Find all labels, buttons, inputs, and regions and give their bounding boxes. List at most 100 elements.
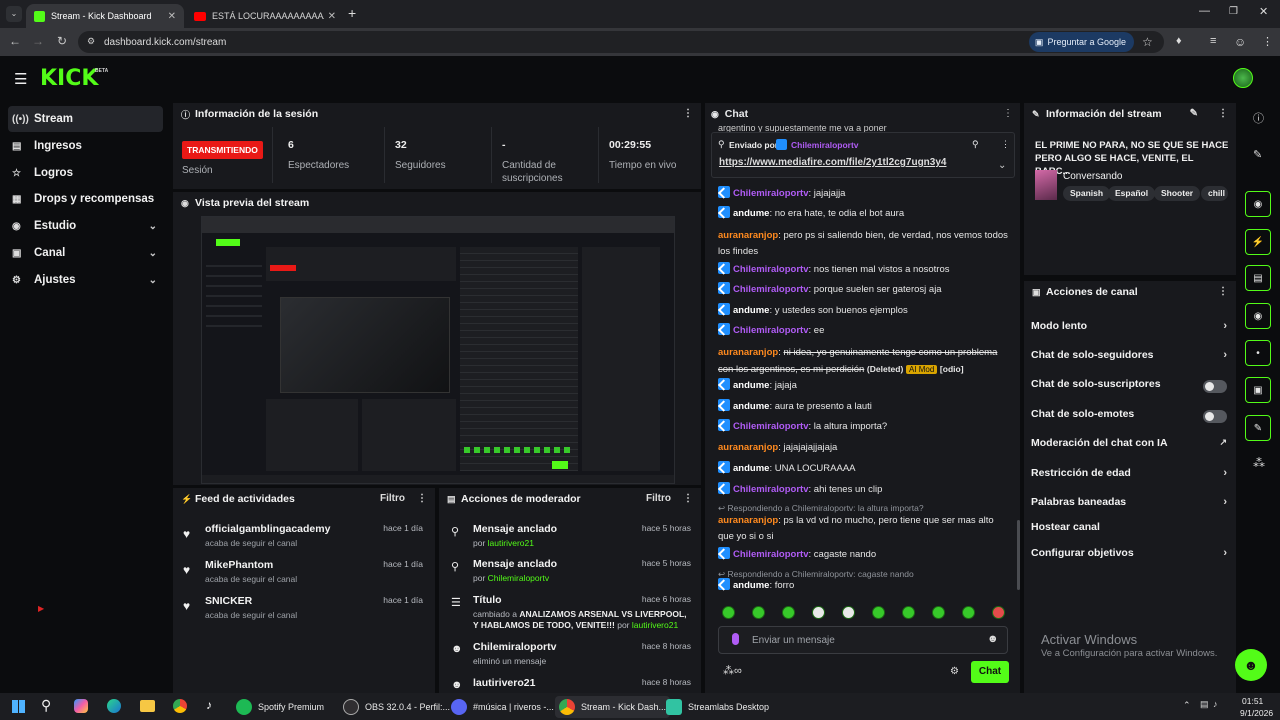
ai-moderation-action[interactable]: Moderación del chat con IA ↗ <box>1031 437 1227 459</box>
add-widget-icon[interactable]: ⁂ <box>1253 456 1265 470</box>
back-icon[interactable]: ← <box>4 34 26 48</box>
mod-widget-icon[interactable]: ▣ <box>1245 377 1271 403</box>
file-explorer-icon[interactable] <box>140 700 155 712</box>
restore-window-icon[interactable]: ❐ <box>1229 6 1238 17</box>
tag-shooter[interactable]: Shooter <box>1154 186 1201 201</box>
browser-tab-youtube[interactable]: ESTÁ LOCURAAAAAAAAAAAAA ✕ <box>186 4 344 28</box>
chat-scrollbar[interactable] <box>1017 520 1020 590</box>
category-thumbnail[interactable] <box>1035 170 1057 200</box>
chat-username[interactable]: auranaranjop <box>718 230 778 241</box>
camera-widget-icon[interactable]: ◉ <box>1245 191 1271 217</box>
sidebar-item-stream[interactable]: ((•)) Stream <box>8 106 163 132</box>
emote-icon[interactable] <box>962 606 975 619</box>
moderator-name[interactable]: lautirivero21 <box>488 538 534 548</box>
filter-button[interactable]: Filtro <box>646 493 671 504</box>
more-options-icon[interactable]: ⋮ <box>1218 286 1228 297</box>
emote-icon[interactable] <box>932 606 945 619</box>
emote-icon[interactable] <box>812 606 825 619</box>
taskbar-time[interactable]: 01:51 <box>1242 696 1263 706</box>
browser-menu-icon[interactable]: ⋮ <box>1262 35 1273 48</box>
sidebar-item-estudio[interactable]: ◉ Estudio ⌄ <box>8 213 163 239</box>
chat-username[interactable]: Chilemiraloportv <box>733 549 809 560</box>
document-widget-icon[interactable]: ▤ <box>1245 265 1271 291</box>
moderator-name[interactable]: Chilemiraloportv <box>488 573 549 583</box>
chat-username[interactable]: auranaranjop <box>718 515 778 526</box>
sidebar-item-drops[interactable]: ▦ Drops y recompensas <box>8 186 163 212</box>
pinned-user[interactable]: Chilemiraloportv <box>791 140 859 150</box>
user-avatar[interactable] <box>1233 68 1253 88</box>
emote-icon[interactable] <box>992 606 1005 619</box>
chat-username[interactable]: Chilemiraloportv <box>733 421 809 432</box>
emote-icon[interactable] <box>782 606 795 619</box>
points-icon[interactable]: ⁂∞ <box>723 664 742 677</box>
edge-icon[interactable] <box>107 699 121 713</box>
emote-icon[interactable] <box>872 606 885 619</box>
taskbar-search-icon[interactable]: ⚲ <box>41 697 51 714</box>
windows-start-icon[interactable] <box>12 700 25 713</box>
age-restriction-action[interactable]: Restricción de edad › <box>1031 467 1227 489</box>
feed-username[interactable]: officialgamblingacademy <box>205 523 330 535</box>
wrench-widget-icon[interactable]: ✎ <box>1245 415 1271 441</box>
chat-username[interactable]: andume <box>733 208 769 219</box>
bookmark-star-icon[interactable]: ☆ <box>1142 35 1153 49</box>
extensions-icon[interactable]: ♦ <box>1176 35 1182 47</box>
chrome-icon[interactable] <box>173 699 187 713</box>
info-icon[interactable]: ⓘ <box>1253 110 1264 126</box>
followers-only-action[interactable]: Chat de solo-seguidores › <box>1031 349 1227 371</box>
chat-settings-icon[interactable]: ⚙ <box>950 666 959 677</box>
emote-icon[interactable] <box>842 606 855 619</box>
kick-logo[interactable]: KICK <box>40 66 98 91</box>
taskbar-item-discord[interactable]: #música | riveros -... <box>451 696 554 718</box>
taskbar-item-streamlabs[interactable]: Streamlabs Desktop <box>666 696 769 718</box>
help-chat-button[interactable]: ☻ <box>1235 649 1267 681</box>
tag-espanol[interactable]: Español <box>1108 186 1156 201</box>
edit-pencil-icon[interactable]: ✎ <box>1253 148 1262 161</box>
chat-username[interactable]: Chilemiraloportv <box>733 264 809 275</box>
slow-mode-action[interactable]: Modo lento › <box>1031 320 1227 342</box>
close-tab-icon[interactable]: ✕ <box>328 11 336 22</box>
new-tab-button[interactable]: + <box>348 5 356 21</box>
lightning-widget-icon[interactable]: ⚡ <box>1245 229 1271 255</box>
chat-username[interactable]: andume <box>733 580 769 591</box>
profile-icon[interactable]: ☺ <box>1234 35 1246 49</box>
browser-tab-kick[interactable]: Stream - Kick Dashboard ✕ <box>26 4 184 28</box>
host-channel-action[interactable]: Hostear canal <box>1031 521 1227 543</box>
send-chat-button[interactable]: Chat <box>971 661 1009 683</box>
tab-list-icon[interactable]: ⌄ <box>6 6 22 22</box>
taskbar-date[interactable]: 9/1/2026 <box>1240 708 1273 718</box>
chat-username[interactable]: auranaranjop <box>718 347 778 358</box>
sidebar-item-ingresos[interactable]: ▤ Ingresos <box>8 133 163 159</box>
more-options-icon[interactable]: ⋮ <box>683 493 693 504</box>
more-options-icon[interactable]: ⋮ <box>417 493 427 504</box>
emoji-icon[interactable]: ☻ <box>987 633 999 645</box>
chat-username[interactable]: Chilemiraloportv <box>733 188 809 199</box>
reload-icon[interactable]: ↻ <box>51 34 73 48</box>
filter-button[interactable]: Filtro <box>380 493 405 504</box>
banned-words-action[interactable]: Palabras baneadas › <box>1031 496 1227 518</box>
sidebar-item-canal[interactable]: ▣ Canal ⌄ <box>8 240 163 266</box>
more-options-icon[interactable]: ⋮ <box>1003 108 1013 119</box>
moderator-name[interactable]: lautirivero21 <box>632 620 678 630</box>
sidebar-item-logros[interactable]: ☆ Logros <box>8 160 163 186</box>
copilot-icon[interactable] <box>74 699 88 713</box>
more-options-icon[interactable]: ⋮ <box>683 108 693 119</box>
media-controls-icon[interactable]: ≡ <box>1210 35 1216 47</box>
broadcast-widget-icon[interactable]: • <box>1245 340 1271 366</box>
url-field[interactable]: ⚙ dashboard.kick.com/stream <box>78 31 1164 53</box>
emote-icon[interactable] <box>752 606 765 619</box>
tag-chill[interactable]: chill <box>1201 186 1228 201</box>
emotes-only-toggle[interactable] <box>1203 410 1227 423</box>
pinned-message[interactable]: ⚲ Enviado por Chilemiraloportv ⚲ ⋮ https… <box>711 132 1015 178</box>
tiktok-icon[interactable]: ♪ <box>206 698 212 712</box>
volume-icon[interactable]: ♪ <box>1213 699 1218 709</box>
feed-username[interactable]: SNICKER <box>205 595 252 607</box>
close-window-icon[interactable]: ✕ <box>1259 5 1268 18</box>
chat-username[interactable]: andume <box>733 380 769 391</box>
minimize-window-icon[interactable]: — <box>1199 5 1210 17</box>
tag-spanish[interactable]: Spanish <box>1063 186 1111 201</box>
emote-icon[interactable] <box>902 606 915 619</box>
microphone-icon[interactable] <box>732 633 739 645</box>
category-name[interactable]: Conversando <box>1063 171 1122 182</box>
chat-username[interactable]: andume <box>733 305 769 316</box>
stream-preview-video[interactable] <box>201 216 675 484</box>
